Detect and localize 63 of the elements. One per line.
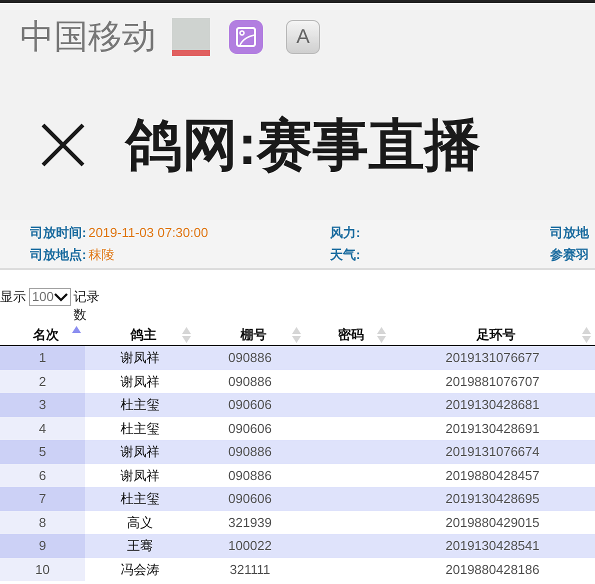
table-cell-text: 高义 xyxy=(127,514,153,532)
table-cell-text: 2019131076674 xyxy=(446,443,540,461)
carrier-name: 中国移动 xyxy=(20,20,156,54)
table-cell-text: 2 xyxy=(38,372,46,390)
table-cell-text: 7 xyxy=(38,490,46,508)
table-cell-text: 2019881076707 xyxy=(446,372,540,390)
show-label: 显示 xyxy=(0,288,26,306)
table-cell-text: 090886 xyxy=(228,349,272,367)
table-cell-text: 3 xyxy=(38,396,46,414)
info-label: 天气: xyxy=(330,246,360,264)
table-cell-text: 谢凤祥 xyxy=(120,372,160,390)
table-cell-text: 6 xyxy=(38,466,46,484)
table-cell-text: 2019130428691 xyxy=(446,420,540,438)
table-cell-text: 10 xyxy=(35,560,50,578)
table-cell-text: 100022 xyxy=(228,537,272,555)
chevron-icon xyxy=(54,292,68,302)
info-label: 司放地 xyxy=(550,224,589,242)
page-title: 鸽网:赛事直播 xyxy=(126,117,481,173)
table-cell-text: 2019130428541 xyxy=(446,537,540,555)
info-label: 司放时间: xyxy=(30,224,86,242)
table-cell-text: 谢凤祥 xyxy=(120,443,160,461)
table-cell-text: 321111 xyxy=(230,560,270,578)
app-icon[interactable]: A xyxy=(286,20,320,54)
close-icon[interactable] xyxy=(40,122,86,168)
table-cell-text: 090886 xyxy=(228,372,272,390)
info-value: 秣陵 xyxy=(88,246,114,264)
records-label: 记录数 xyxy=(74,288,101,324)
table-cell-text: 杜主玺 xyxy=(120,396,160,414)
table-cell-text: 杜主玺 xyxy=(120,420,160,438)
info-value: 2019-11-03 07:30:00 xyxy=(88,224,208,242)
table-cell-text: 8 xyxy=(38,514,46,532)
table-cell-text: 王骞 xyxy=(127,537,153,555)
photo-placeholder xyxy=(172,18,210,56)
column-header[interactable]: 鸽主 xyxy=(105,324,182,344)
table-cell-text: 5 xyxy=(38,443,46,461)
gallery-icon[interactable] xyxy=(228,18,264,54)
info-label: 风力: xyxy=(330,224,360,242)
table-cell-text: 2019880428457 xyxy=(446,466,540,484)
table-cell-text: 4 xyxy=(38,420,46,438)
table-cell-text: 冯会涛 xyxy=(120,560,160,578)
column-header[interactable]: 足环号 xyxy=(410,324,582,344)
table-cell-text: 090886 xyxy=(228,466,272,484)
table-cell-text: 090606 xyxy=(228,420,272,438)
table-cell-text: 杜主玺 xyxy=(120,490,160,508)
table-cell-text: 谢凤祥 xyxy=(120,349,160,367)
column-header[interactable]: 密码 xyxy=(325,324,377,344)
table-cell-text: 9 xyxy=(38,537,46,555)
table-cell-text: 090606 xyxy=(228,396,272,414)
column-header[interactable]: 名次 xyxy=(20,324,72,344)
table-cell-text: 090886 xyxy=(228,443,272,461)
table-cell-text: 谢凤祥 xyxy=(120,466,160,484)
table-cell-text: 2019880428186 xyxy=(446,560,540,578)
column-header[interactable]: 棚号 xyxy=(215,324,292,344)
table-cell-text: 090606 xyxy=(228,490,272,508)
info-label: 司放地点: xyxy=(30,246,86,264)
table-cell-text: 2019130428681 xyxy=(446,396,540,414)
table-cell-text: 321939 xyxy=(228,514,272,532)
table-cell-text: 2019131076677 xyxy=(446,349,540,367)
info-label: 参赛羽 xyxy=(550,246,589,264)
table-cell-text: 2019130428695 xyxy=(446,490,540,508)
table-cell-text: 1 xyxy=(38,349,46,367)
page-size-select[interactable]: 100 xyxy=(29,288,71,306)
table-cell-text: 2019880429015 xyxy=(446,514,540,532)
